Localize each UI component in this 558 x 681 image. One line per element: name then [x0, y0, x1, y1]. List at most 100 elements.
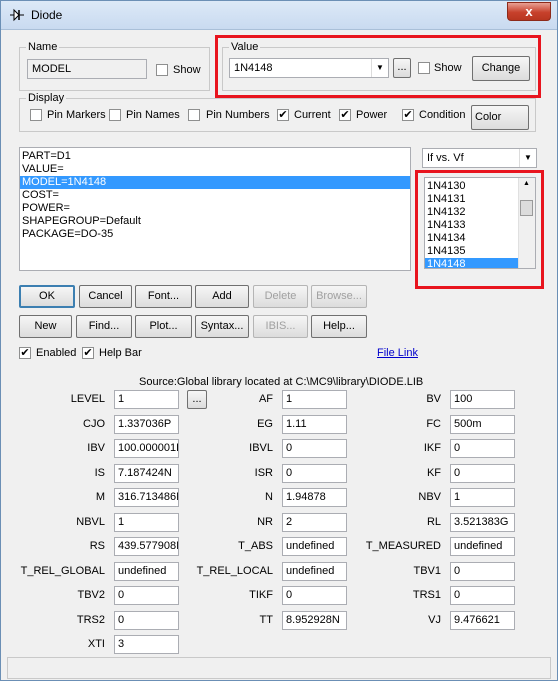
- param-field-t_rel_global[interactable]: undefined: [114, 562, 179, 581]
- pin-markers-label: Pin Markers: [47, 109, 106, 121]
- param-label-tikf: TIKF: [249, 589, 273, 601]
- color-button[interactable]: Color: [471, 105, 529, 130]
- current-label: Current: [294, 109, 331, 121]
- power-checkbox[interactable]: ✔: [339, 109, 351, 121]
- name-group-label: Name: [26, 41, 60, 53]
- browse-button[interactable]: Browse...: [311, 285, 367, 308]
- param-field-tt[interactable]: 8.952928N: [282, 611, 347, 630]
- param-field-rs[interactable]: 439.577908M: [114, 537, 179, 556]
- param-field-fc[interactable]: 500m: [450, 415, 515, 434]
- plot-select[interactable]: If vs. Vf ▼: [422, 148, 537, 168]
- current-checkbox[interactable]: ✔: [277, 109, 289, 121]
- list-item[interactable]: COST=: [20, 189, 410, 202]
- name-show-checkbox[interactable]: [156, 64, 168, 76]
- title-bar: Diode x: [1, 1, 557, 30]
- font-button[interactable]: Font...: [135, 285, 192, 308]
- param-field-cjo[interactable]: 1.337036P: [114, 415, 179, 434]
- pin-markers-checkbox[interactable]: [30, 109, 42, 121]
- param-field-nbvl[interactable]: 1: [114, 513, 179, 532]
- list-item[interactable]: PART=D1: [20, 150, 410, 163]
- param-label-xti: XTI: [87, 638, 105, 650]
- param-field-af[interactable]: 1: [282, 390, 347, 409]
- plot-button[interactable]: Plot...: [135, 315, 192, 338]
- param-field-nr[interactable]: 2: [282, 513, 347, 532]
- plot-dropdown-arrow-icon[interactable]: ▼: [519, 149, 536, 167]
- param-field-bv[interactable]: 100: [450, 390, 515, 409]
- param-label-bv: BV: [426, 393, 441, 405]
- param-label-eg: EG: [257, 418, 273, 430]
- power-label: Power: [356, 109, 388, 121]
- help-bar-checkbox[interactable]: ✔: [82, 347, 94, 359]
- param-field-tbv2[interactable]: 0: [114, 586, 179, 605]
- list-item-selected[interactable]: MODEL=1N4148: [20, 176, 410, 189]
- param-field-vj[interactable]: 9.476621: [450, 611, 515, 630]
- add-button[interactable]: Add: [195, 285, 249, 308]
- delete-button[interactable]: Delete: [253, 285, 308, 308]
- param-field-t_rel_local[interactable]: undefined: [282, 562, 347, 581]
- param-field-kf[interactable]: 0: [450, 464, 515, 483]
- list-item[interactable]: PACKAGE=DO-35: [20, 228, 410, 241]
- param-field-tbv1[interactable]: 0: [450, 562, 515, 581]
- name-show-label: Show: [173, 64, 201, 76]
- param-field-level[interactable]: 1: [114, 390, 179, 409]
- condition-label: Condition: [419, 109, 466, 121]
- syntax-button[interactable]: Syntax...: [195, 315, 249, 338]
- param-field-ibvl[interactable]: 0: [282, 439, 347, 458]
- file-link[interactable]: File Link: [377, 347, 418, 359]
- new-button[interactable]: New: [19, 315, 72, 338]
- check-icon: ✔: [403, 109, 413, 121]
- close-icon: x: [525, 4, 533, 19]
- param-label-nbvl: NBVL: [76, 516, 105, 528]
- param-label-trs1: TRS1: [412, 589, 441, 601]
- param-label-nr: NR: [257, 516, 273, 528]
- help-bar-label: Help Bar: [99, 347, 142, 359]
- enabled-checkbox[interactable]: ✔: [19, 347, 31, 359]
- param-field-ibv[interactable]: 100.000001F: [114, 439, 179, 458]
- param-field-eg[interactable]: 1.11: [282, 415, 347, 434]
- param-label-nbv: NBV: [418, 491, 441, 503]
- param-label-is: IS: [94, 467, 105, 479]
- param-label-trs2: TRS2: [76, 614, 105, 626]
- pin-names-checkbox[interactable]: [109, 109, 121, 121]
- ok-button[interactable]: OK: [19, 285, 75, 308]
- condition-checkbox[interactable]: ✔: [402, 109, 414, 121]
- list-item[interactable]: VALUE=: [20, 163, 410, 176]
- param-label-level: LEVEL: [70, 393, 105, 405]
- param-label-tt: TT: [259, 614, 273, 626]
- find-button[interactable]: Find...: [76, 315, 132, 338]
- param-field-trs2[interactable]: 0: [114, 611, 179, 630]
- param-label-t_abs: T_ABS: [238, 540, 273, 552]
- attributes-list[interactable]: PART=D1 VALUE= MODEL=1N4148 COST= POWER=…: [19, 147, 411, 271]
- param-field-trs1[interactable]: 0: [450, 586, 515, 605]
- close-button[interactable]: x: [507, 2, 551, 21]
- param-field-rl[interactable]: 3.521383G: [450, 513, 515, 532]
- param-field-xti[interactable]: 3: [114, 635, 179, 654]
- param-field-n[interactable]: 1.94878: [282, 488, 347, 507]
- param-field-is[interactable]: 7.187424N: [114, 464, 179, 483]
- param-field-ikf[interactable]: 0: [450, 439, 515, 458]
- param-field-t_measured[interactable]: undefined: [450, 537, 515, 556]
- list-item[interactable]: POWER=: [20, 202, 410, 215]
- pin-numbers-checkbox[interactable]: [188, 109, 200, 121]
- ibis-button[interactable]: IBIS...: [253, 315, 308, 338]
- param-label-rl: RL: [426, 516, 441, 528]
- check-icon: ✔: [20, 347, 30, 359]
- param-label-m: M: [95, 491, 105, 503]
- cancel-button[interactable]: Cancel: [79, 285, 132, 308]
- level-browse-button[interactable]: ...: [187, 390, 207, 409]
- param-field-isr[interactable]: 0: [282, 464, 347, 483]
- models-highlight-box: [415, 170, 544, 289]
- pin-names-label: Pin Names: [126, 109, 180, 121]
- param-field-nbv[interactable]: 1: [450, 488, 515, 507]
- help-button[interactable]: Help...: [311, 315, 367, 338]
- param-field-t_abs[interactable]: undefined: [282, 537, 347, 556]
- check-icon: ✔: [340, 109, 350, 121]
- list-item[interactable]: SHAPEGROUP=Default: [20, 215, 410, 228]
- check-icon: ✔: [83, 347, 93, 359]
- display-group-label: Display: [26, 92, 67, 104]
- param-field-m[interactable]: 316.713486M: [114, 488, 179, 507]
- param-field-tikf[interactable]: 0: [282, 586, 347, 605]
- source-text: Source:Global library located at C:\MC9\…: [139, 376, 424, 388]
- name-field[interactable]: MODEL: [27, 59, 147, 79]
- param-label-t_rel_global: T_REL_GLOBAL: [20, 565, 105, 577]
